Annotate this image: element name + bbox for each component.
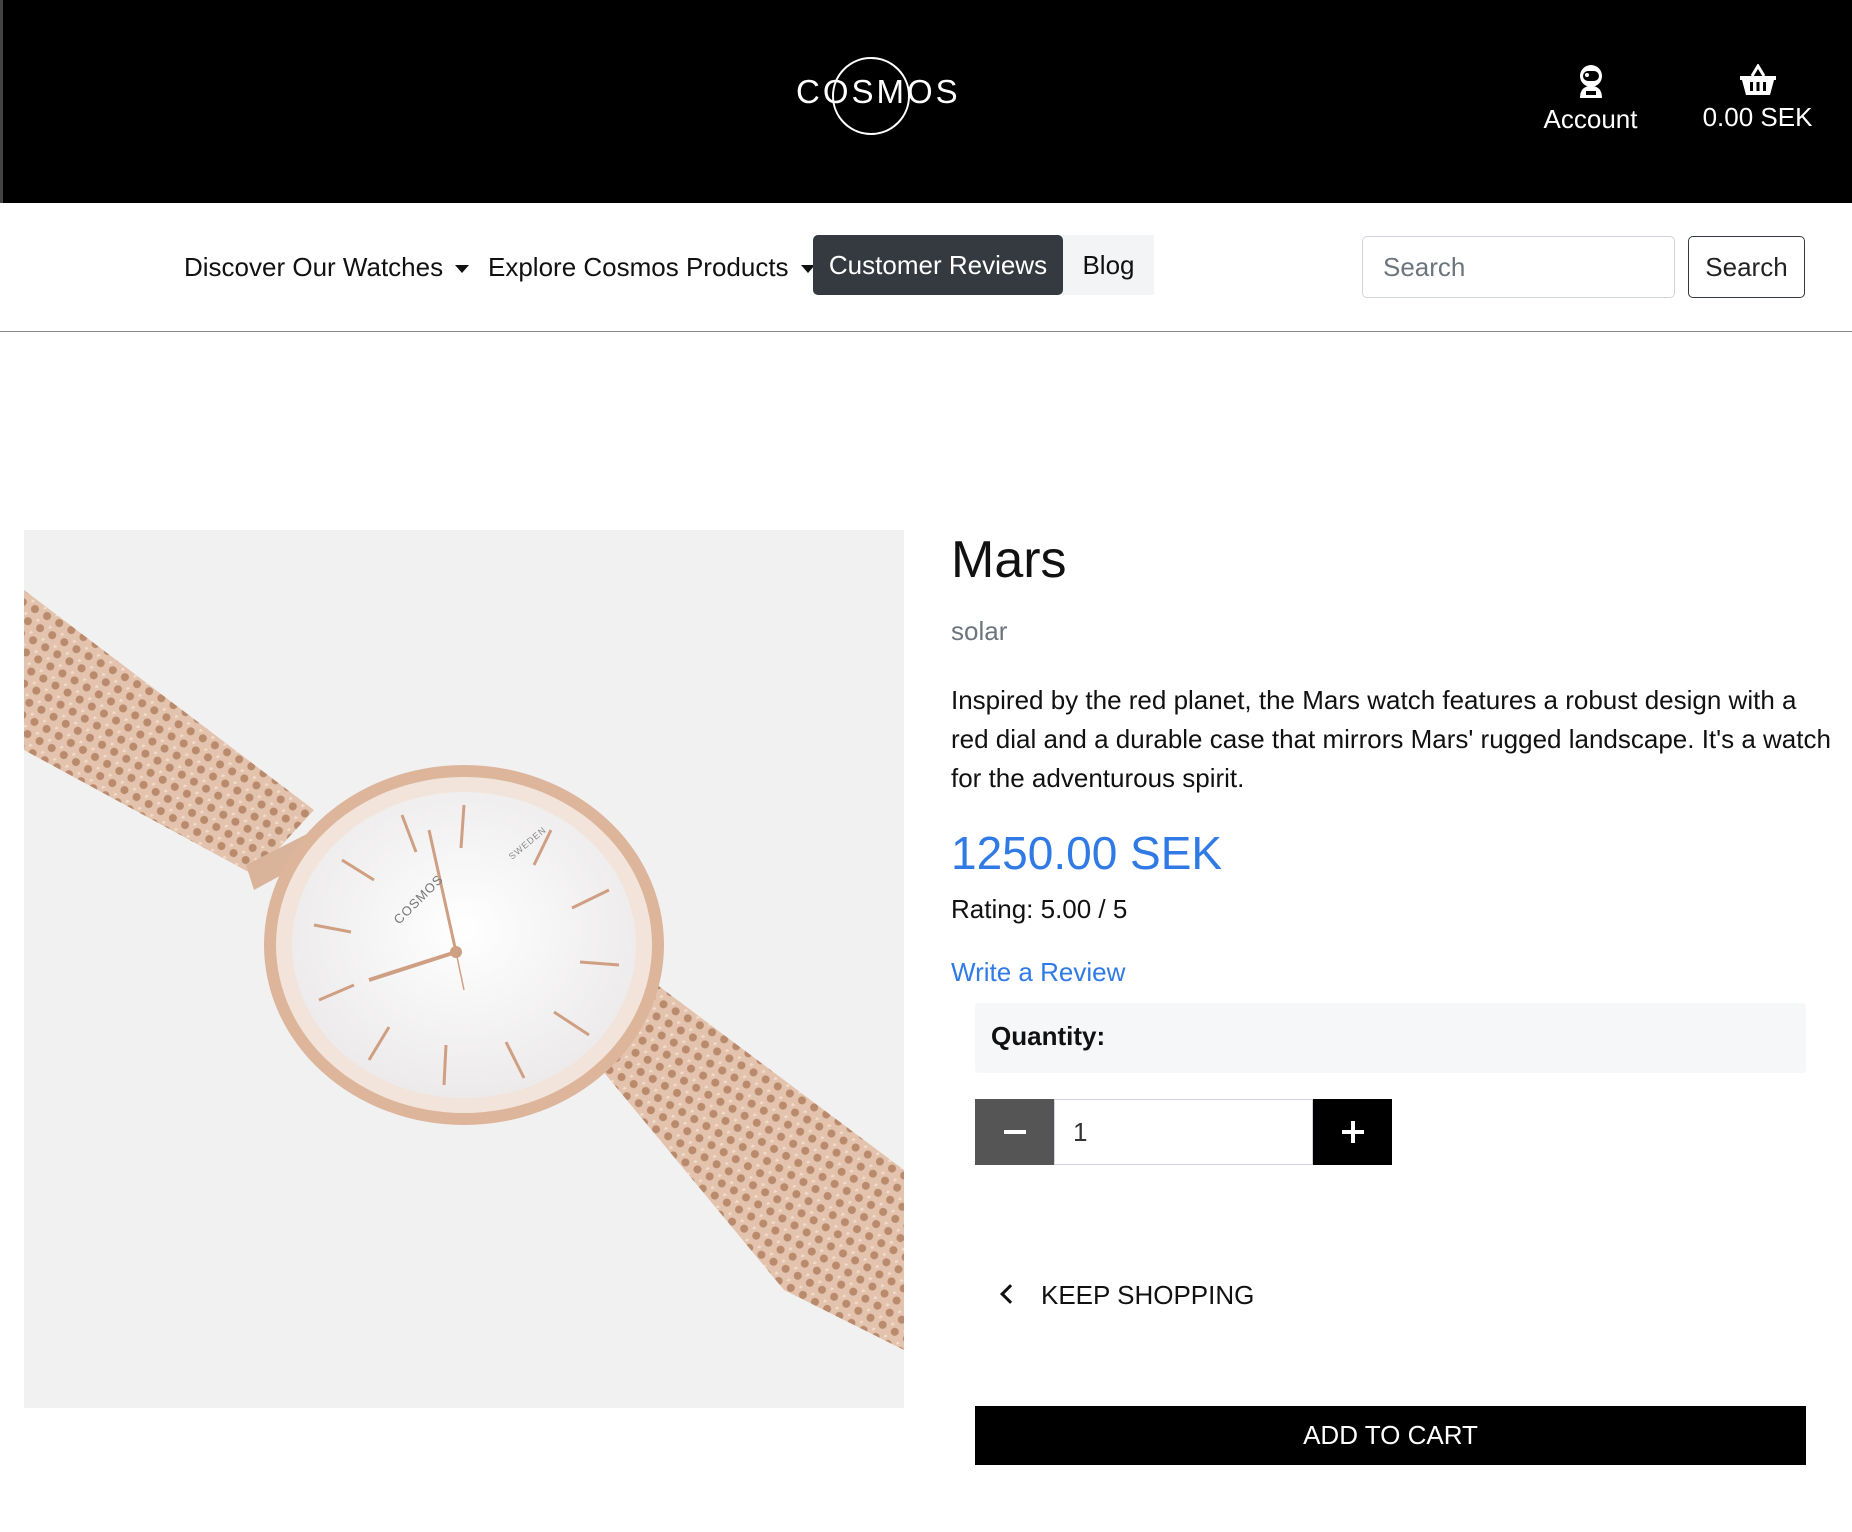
cosmos-logo[interactable]: COSMOS (796, 55, 961, 137)
keep-shopping-link[interactable]: KEEP SHOPPING (1000, 1280, 1255, 1311)
cart-link[interactable]: 0.00 SEK (1700, 64, 1815, 133)
increment-button[interactable] (1313, 1099, 1392, 1165)
product-price: 1250.00 SEK (951, 827, 1223, 879)
watch-photo-icon: COSMOS SWEDEN (24, 590, 904, 1350)
nav-discover-watches-dropdown[interactable]: Discover Our Watches (184, 236, 470, 298)
product-image: COSMOS SWEDEN (24, 530, 904, 1408)
quantity-input[interactable] (1054, 1099, 1313, 1165)
plus-icon-vertical (1351, 1121, 1355, 1143)
nav-explore-products-dropdown[interactable]: Explore Cosmos Products (488, 236, 815, 298)
brand-name: COSMOS (796, 73, 961, 110)
nav-customer-reviews[interactable]: Customer Reviews (813, 235, 1063, 295)
minus-icon (1004, 1130, 1026, 1134)
account-label: Account (1543, 104, 1638, 134)
nav-explore-products-label: Explore Cosmos Products (488, 252, 789, 282)
product-details: Mars solar Inspired by the red planet, t… (951, 520, 1831, 988)
keep-shopping-label: KEEP SHOPPING (1041, 1280, 1255, 1310)
caret-down-icon (455, 265, 470, 274)
product-rating: Rating: 5.00 / 5 (951, 894, 1128, 924)
nav-blog[interactable]: Blog (1063, 235, 1154, 295)
quantity-header: Quantity: (975, 1003, 1806, 1073)
search-input[interactable] (1362, 236, 1675, 298)
quantity-label: Quantity: (991, 1021, 1106, 1051)
top-header: COSMOS Account 0.00 SEK (0, 0, 1852, 203)
account-link[interactable]: Account (1538, 64, 1643, 135)
basket-icon (1739, 64, 1776, 95)
product-category: solar (951, 616, 1008, 646)
main-nav: Discover Our Watches Explore Cosmos Prod… (0, 203, 1852, 332)
search-button[interactable]: Search (1688, 236, 1805, 298)
product-description: Inspired by the red planet, the Mars wat… (951, 685, 1831, 793)
astronaut-icon (1579, 65, 1602, 98)
add-to-cart-button[interactable]: ADD TO CART (975, 1406, 1806, 1465)
write-review-link[interactable]: Write a Review (951, 957, 1125, 988)
chevron-left-icon (1000, 1284, 1020, 1305)
product-name: Mars (951, 531, 1067, 589)
nav-discover-watches-label: Discover Our Watches (184, 252, 444, 282)
decrement-button[interactable] (975, 1099, 1054, 1165)
cart-total: 0.00 SEK (1702, 102, 1813, 132)
